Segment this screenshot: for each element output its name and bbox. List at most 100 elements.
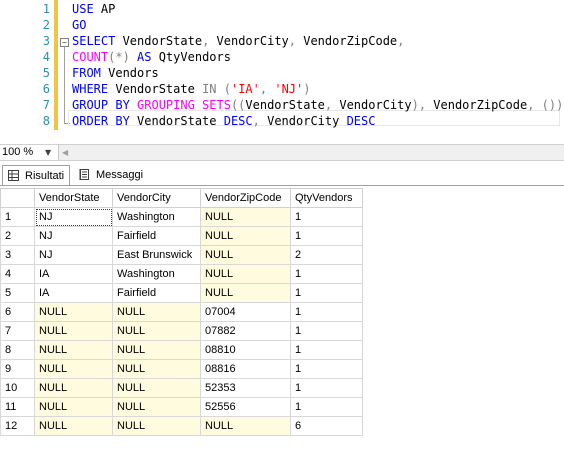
row-number[interactable]: 9 <box>0 359 35 379</box>
grid-cell[interactable]: NJ <box>34 226 113 246</box>
grid-cell[interactable]: NULL <box>112 302 201 322</box>
code-token: QtyVendors <box>158 50 231 64</box>
column-header[interactable]: VendorZipCode <box>200 188 291 208</box>
grid-cell[interactable]: NJ <box>34 245 113 265</box>
table-row[interactable]: 4 IA Washington NULL 1 <box>0 264 363 284</box>
code-line[interactable]: USE AP <box>72 1 115 17</box>
code-token: VendorCity <box>267 114 347 128</box>
code-line[interactable]: GO <box>72 17 86 33</box>
table-row[interactable]: 9 NULL NULL 08816 1 <box>0 359 363 379</box>
grid-cell[interactable]: 1 <box>290 340 363 360</box>
code-line[interactable]: WHERE VendorState IN ('IA', 'NJ') <box>72 81 310 97</box>
table-row[interactable]: 2 NJ Fairfield NULL 1 <box>0 226 363 246</box>
code-token: AP <box>100 2 116 16</box>
grid-cell[interactable]: 1 <box>290 283 363 303</box>
row-number[interactable]: 3 <box>0 245 35 265</box>
table-row[interactable]: 11 NULL NULL 52556 1 <box>0 397 363 417</box>
scroll-left-arrow-icon[interactable]: ◀ <box>62 146 68 159</box>
row-number[interactable]: 2 <box>0 226 35 246</box>
grid-cell[interactable]: 1 <box>290 207 363 227</box>
table-row[interactable]: 7 NULL NULL 07882 1 <box>0 321 363 341</box>
row-number-header[interactable] <box>0 188 35 208</box>
grid-cell[interactable]: NULL <box>34 359 113 379</box>
grid-cell[interactable]: 08810 <box>200 340 291 360</box>
table-row[interactable]: 8 NULL NULL 08810 1 <box>0 340 363 360</box>
code-token: , <box>527 98 542 112</box>
grid-cell[interactable]: Fairfield <box>112 283 201 303</box>
table-row[interactable]: 12 NULL NULL NULL 6 <box>0 416 363 436</box>
table-row[interactable]: 1 NJ Washington NULL 1 <box>0 207 363 227</box>
grid-cell[interactable]: Fairfield <box>112 226 201 246</box>
table-row[interactable]: 3 NJ East Brunswick NULL 2 <box>0 245 363 265</box>
grid-cell[interactable]: NULL <box>200 264 291 284</box>
sql-editor[interactable]: − 1 USE AP 2 GO 3 SELECT VendorState, VendorC… <box>0 0 564 144</box>
grid-cell[interactable]: Washington <box>112 264 201 284</box>
grid-cell[interactable]: NULL <box>34 378 113 398</box>
grid-cell[interactable]: 1 <box>290 397 363 417</box>
results-grid[interactable]: VendorState VendorCity VendorZipCode Qty… <box>0 188 363 436</box>
row-number[interactable]: 7 <box>0 321 35 341</box>
code-token: FROM <box>72 66 109 80</box>
row-number[interactable]: 8 <box>0 340 35 360</box>
grid-cell[interactable]: NULL <box>200 226 291 246</box>
grid-cell[interactable]: 6 <box>290 416 363 436</box>
grid-cell[interactable]: 52556 <box>200 397 291 417</box>
column-header[interactable]: VendorState <box>34 188 113 208</box>
grid-cell[interactable]: NULL <box>112 359 201 379</box>
row-number[interactable]: 1 <box>0 207 35 227</box>
code-line[interactable]: COUNT(*) AS QtyVendors <box>72 49 231 65</box>
grid-cell[interactable]: 1 <box>290 302 363 322</box>
grid-cell[interactable]: NULL <box>34 302 113 322</box>
tab-results[interactable]: Risultati <box>2 165 70 185</box>
code-line[interactable]: ORDER BY VendorState DESC, VendorCity DE… <box>72 113 375 129</box>
row-number[interactable]: 10 <box>0 378 35 398</box>
table-row[interactable]: 6 NULL NULL 07004 1 <box>0 302 363 322</box>
row-number[interactable]: 12 <box>0 416 35 436</box>
grid-cell[interactable]: East Brunswick <box>112 245 201 265</box>
row-number[interactable]: 4 <box>0 264 35 284</box>
code-token: VendorCity <box>216 34 289 48</box>
grid-cell[interactable]: 2 <box>290 245 363 265</box>
grid-cell[interactable]: 52353 <box>200 378 291 398</box>
grid-cell[interactable]: 1 <box>290 378 363 398</box>
code-line[interactable]: FROM Vendors <box>72 65 159 81</box>
column-header[interactable]: QtyVendors <box>290 188 363 208</box>
row-number[interactable]: 5 <box>0 283 35 303</box>
row-number[interactable]: 6 <box>0 302 35 322</box>
collapse-icon[interactable]: − <box>60 38 69 47</box>
grid-cell[interactable]: 1 <box>290 226 363 246</box>
grid-cell[interactable]: IA <box>34 283 113 303</box>
grid-cell[interactable]: Washington <box>112 207 201 227</box>
code-token: DESC <box>346 114 376 128</box>
code-line[interactable]: GROUP BY GROUPING SETS((VendorState, Ven… <box>72 97 563 113</box>
code-line[interactable]: SELECT VendorState, VendorCity, VendorZi… <box>72 33 404 49</box>
grid-cell[interactable]: IA <box>34 264 113 284</box>
table-row[interactable]: 10 NULL NULL 52353 1 <box>0 378 363 398</box>
code-token: VendorZipCode <box>433 98 528 112</box>
grid-cell[interactable]: NULL <box>200 207 291 227</box>
grid-cell[interactable]: NJ <box>34 207 113 227</box>
grid-cell[interactable]: NULL <box>200 416 291 436</box>
grid-cell[interactable]: 1 <box>290 321 363 341</box>
grid-cell[interactable]: NULL <box>34 340 113 360</box>
grid-cell[interactable]: NULL <box>34 397 113 417</box>
grid-cell[interactable]: 07882 <box>200 321 291 341</box>
zoom-dropdown[interactable]: 100 % ▼ <box>0 145 59 160</box>
tab-messages[interactable]: Messaggi <box>74 165 152 185</box>
grid-cell[interactable]: NULL <box>34 321 113 341</box>
row-number[interactable]: 11 <box>0 397 35 417</box>
grid-cell[interactable]: 07004 <box>200 302 291 322</box>
column-header[interactable]: VendorCity <box>112 188 201 208</box>
grid-cell[interactable]: NULL <box>200 245 291 265</box>
grid-cell[interactable]: 08816 <box>200 359 291 379</box>
grid-cell[interactable]: NULL <box>112 416 201 436</box>
grid-cell[interactable]: 1 <box>290 264 363 284</box>
grid-cell[interactable]: NULL <box>112 321 201 341</box>
grid-cell[interactable]: 1 <box>290 359 363 379</box>
grid-cell[interactable]: NULL <box>112 340 201 360</box>
table-row[interactable]: 5 IA Fairfield NULL 1 <box>0 283 363 303</box>
grid-cell[interactable]: NULL <box>34 416 113 436</box>
grid-cell[interactable]: NULL <box>112 397 201 417</box>
grid-cell[interactable]: NULL <box>112 378 201 398</box>
grid-cell[interactable]: NULL <box>200 283 291 303</box>
